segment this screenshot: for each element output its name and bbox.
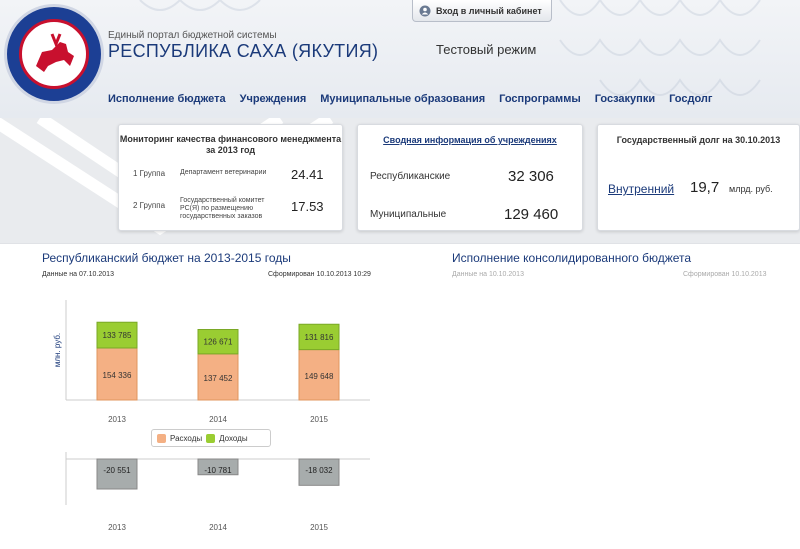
legend-income[interactable]: Доходы xyxy=(219,434,247,443)
deficit-label: -10 781 xyxy=(204,466,232,475)
expenses-label: 154 336 xyxy=(103,371,132,380)
expenses-label: 149 648 xyxy=(305,372,334,381)
chart-legend: Расходы Доходы xyxy=(151,429,271,447)
x-tick-label: 2014 xyxy=(209,415,227,424)
y-axis-label: млн. руб. xyxy=(53,333,62,367)
legend-expenses[interactable]: Расходы xyxy=(170,434,202,443)
deficit-label: -20 551 xyxy=(103,466,131,475)
income-label: 133 785 xyxy=(103,331,132,340)
income-label: 126 671 xyxy=(204,338,233,347)
x-tick-label: 2015 xyxy=(310,415,328,424)
income-label: 131 816 xyxy=(305,333,334,342)
legend-swatch-expenses xyxy=(157,433,166,443)
legend-swatch-income xyxy=(206,433,216,443)
budget-chart: млн. руб. 154 336 133 785 2013 137 452 126 67… xyxy=(53,300,370,532)
x-tick-label: 2013 xyxy=(108,523,126,532)
x-tick-label: 2013 xyxy=(108,415,126,424)
x-tick-label: 2015 xyxy=(310,523,328,532)
x-tick-label: 2014 xyxy=(209,523,227,532)
expenses-label: 137 452 xyxy=(204,374,233,383)
deficit-label: -18 032 xyxy=(305,466,333,475)
